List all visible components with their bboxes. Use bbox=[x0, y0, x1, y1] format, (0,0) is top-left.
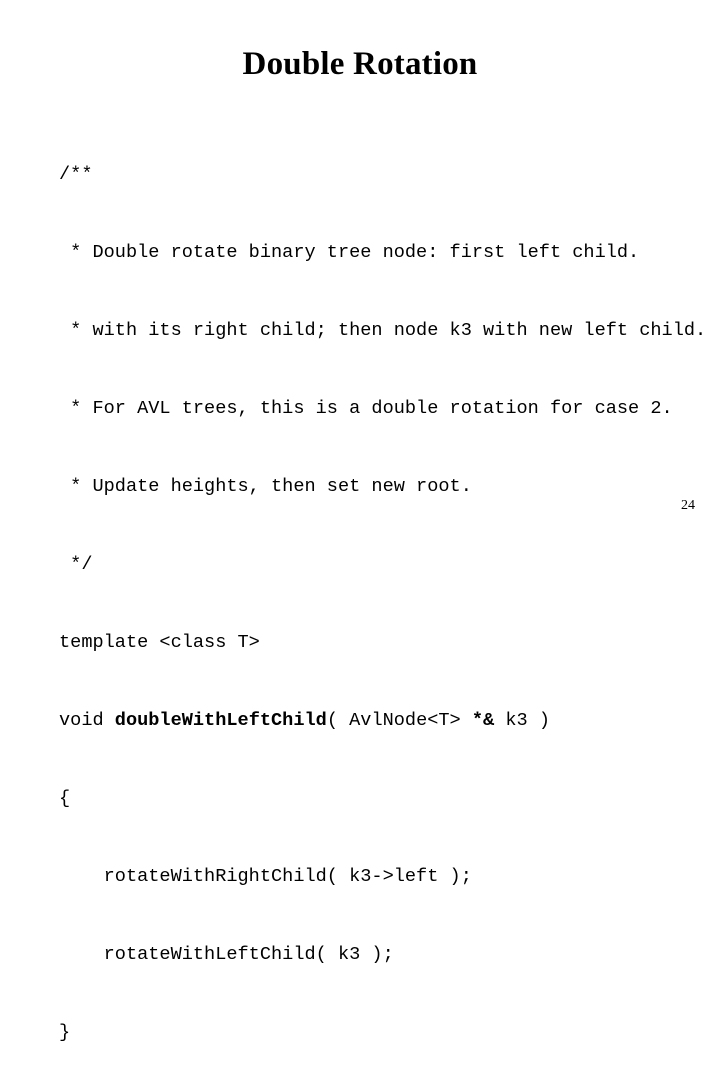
page-title: Double Rotation bbox=[242, 46, 478, 82]
code-line: * with its right child; then node k3 wit… bbox=[59, 320, 707, 341]
code-block: /** * Double rotate binary tree node: fi… bbox=[59, 110, 709, 1080]
code-line: template <class T> bbox=[59, 632, 260, 653]
code-line: rotateWithLeftChild( k3 ); bbox=[59, 944, 394, 965]
code-token-bold: doubleWithLeftChild bbox=[114, 710, 327, 731]
code-line: */ bbox=[59, 554, 93, 575]
code-token: ( AvlNode<T> bbox=[326, 710, 472, 731]
code-line-function-signature: void doubleWithLeftChild( AvlNode<T> *& … bbox=[59, 708, 709, 734]
code-line: rotateWithRightChild( k3->left ); bbox=[59, 866, 472, 887]
code-line: * Double rotate binary tree node: first … bbox=[59, 242, 640, 263]
code-line: * Update heights, then set new root. bbox=[59, 476, 472, 497]
code-token: void bbox=[59, 710, 115, 731]
code-token: k3 ) bbox=[494, 710, 550, 731]
code-line: /** bbox=[59, 164, 93, 185]
code-token-bold: *& bbox=[471, 710, 495, 731]
code-line: } bbox=[59, 1022, 71, 1043]
code-line: * For AVL trees, this is a double rotati… bbox=[59, 398, 673, 419]
slide: Double Rotation /** * Double rotate bina… bbox=[0, 0, 720, 1043]
code-line: { bbox=[59, 788, 71, 809]
page-number: 24 bbox=[681, 498, 695, 513]
